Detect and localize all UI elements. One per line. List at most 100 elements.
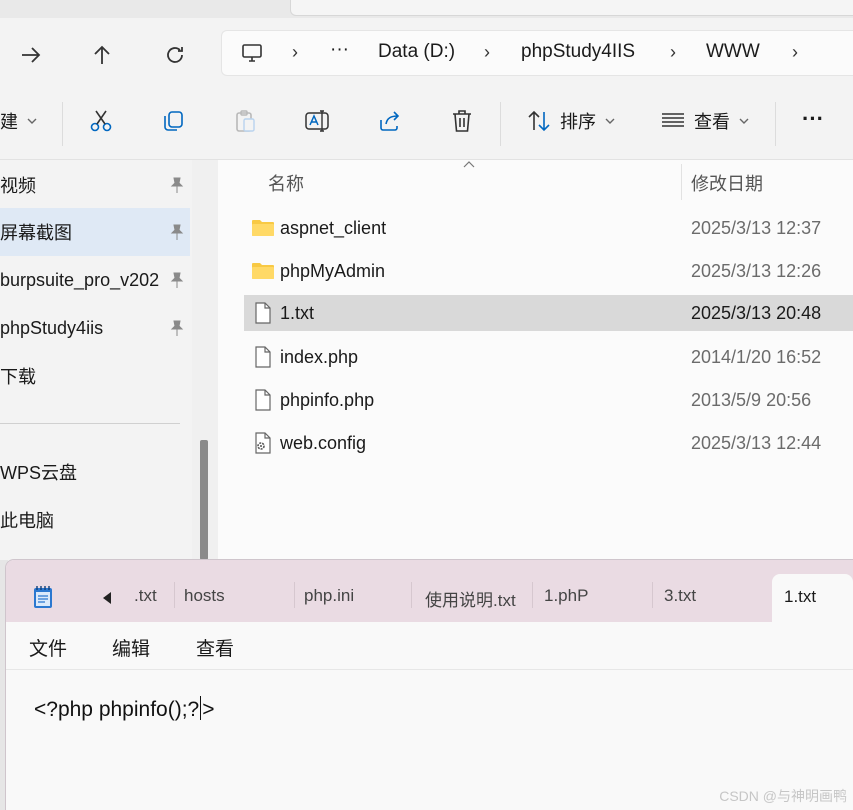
arrow-up-icon (94, 45, 110, 64)
menu-view[interactable]: 查看 (196, 634, 234, 661)
editor-text-after-caret: > (202, 698, 215, 721)
pin-icon (170, 320, 184, 336)
copy-button[interactable] (160, 108, 186, 134)
sidebar-item-burpsuite[interactable]: burpsuite_pro_v202 (0, 256, 190, 304)
rename-icon (305, 110, 329, 132)
view-button[interactable]: 查看 (660, 108, 750, 134)
notepad-icon (34, 586, 52, 608)
tab-divider (652, 582, 653, 608)
active-tab-label: 1.txt (784, 587, 817, 606)
file-row-aspnet-client[interactable]: aspnet_client 2025/3/13 12:37 (244, 210, 853, 246)
navigation-pane: 视频 屏幕截图 burpsuite_pro_v202 phpStudy4iis … (0, 160, 192, 560)
clipboard-icon (236, 110, 255, 132)
sidebar-item-downloads[interactable]: 下载 (0, 352, 190, 400)
sidebar-item-label: 此电脑 (0, 511, 54, 531)
tab-partial-txt[interactable]: .txt (134, 586, 157, 606)
toolbar-divider (775, 102, 776, 146)
sidebar-item-label: phpStudy4iis (0, 317, 104, 338)
view-label: 查看 (694, 112, 730, 132)
file-name: 1.txt (280, 303, 315, 323)
breadcrumb-more[interactable]: ··· (330, 39, 349, 61)
tab-divider (174, 582, 175, 608)
computer-icon (242, 44, 262, 62)
arrow-right-icon (22, 47, 41, 63)
sort-icon (528, 110, 550, 132)
chevron-down-icon (27, 118, 37, 124)
chevron-down-icon (605, 118, 615, 124)
sidebar-scrollbar[interactable] (192, 160, 218, 560)
rename-button[interactable] (304, 108, 332, 134)
breadcrumb-expand[interactable]: › (792, 42, 798, 63)
file-row-1-txt[interactable]: 1.txt 2025/3/13 20:48 (244, 295, 853, 331)
more-options-button[interactable]: ··· (802, 106, 824, 132)
search-box-edge[interactable] (290, 0, 853, 16)
pin-icon (170, 177, 184, 193)
editor-text-before-caret: <?php phpinfo();? (34, 698, 200, 721)
file-name: phpMyAdmin (280, 261, 386, 281)
paste-button[interactable] (232, 108, 258, 134)
tab-readme[interactable]: 使用说明.txt (425, 586, 516, 611)
breadcrumb-drive[interactable]: Data (D:) (378, 41, 455, 63)
trash-icon (453, 110, 471, 132)
file-row-phpinfo-php[interactable]: phpinfo.php 2013/5/9 20:56 (244, 382, 853, 418)
text-editor[interactable]: <?php phpinfo();? > CSDN @与神明画鸭 (6, 670, 853, 810)
sidebar-item-this-pc[interactable]: 此电脑 (0, 496, 190, 544)
sidebar-item-screenshots[interactable]: 屏幕截图 (0, 208, 190, 256)
file-date: 2025/3/13 12:44 (691, 433, 822, 453)
tab-bar: .txt hosts php.ini 使用说明.txt 1.phP 3.txt … (6, 560, 853, 622)
tab-php-ini[interactable]: php.ini (304, 586, 354, 606)
sidebar-divider (0, 423, 180, 424)
tab-3-txt[interactable]: 3.txt (664, 586, 696, 606)
address-row: › ··· Data (D:) › phpStudy4IIS › WWW › (0, 18, 853, 88)
file-name: index.php (280, 347, 359, 367)
up-button[interactable] (87, 40, 117, 70)
scrollbar-thumb[interactable] (200, 440, 208, 560)
tab-divider (411, 582, 412, 608)
list-view-icon (662, 113, 684, 127)
pin-icon (170, 272, 184, 288)
editor-content[interactable]: <?php phpinfo();? > (34, 696, 214, 722)
forward-button[interactable] (16, 40, 46, 70)
sort-ascending-icon (463, 161, 475, 168)
tab-1-txt-active[interactable]: 1.txt (772, 574, 853, 622)
address-bar[interactable]: › ··· Data (D:) › phpStudy4IIS › WWW › (221, 30, 853, 76)
file-name: web.config (280, 433, 367, 453)
sidebar-item-label: 视频 (0, 176, 36, 196)
delete-button[interactable] (449, 108, 475, 134)
new-button[interactable]: 建 (0, 108, 38, 134)
breadcrumb-phpstudy[interactable]: phpStudy4IIS (521, 41, 635, 63)
sort-label: 排序 (560, 112, 596, 132)
scissors-icon (90, 110, 112, 132)
tab-hosts[interactable]: hosts (184, 586, 225, 606)
sidebar-item-label: burpsuite_pro_v202 (0, 269, 160, 290)
sidebar-item-wps-cloud[interactable]: WPS云盘 (0, 448, 190, 496)
tab-scroll-left-icon[interactable] (102, 592, 112, 604)
refresh-icon (167, 47, 183, 63)
new-button-label: 建 (0, 112, 18, 132)
refresh-button[interactable] (160, 40, 190, 70)
share-button[interactable] (377, 108, 403, 134)
command-bar: 建 排序 查看 ··· (0, 88, 853, 160)
file-date: 2014/1/20 16:52 (691, 347, 822, 367)
menu-file[interactable]: 文件 (29, 634, 67, 661)
column-header-date[interactable]: 修改日期 (691, 170, 763, 196)
file-row-index-php[interactable]: index.php 2014/1/20 16:52 (244, 339, 853, 375)
sort-button[interactable]: 排序 (526, 108, 616, 134)
sidebar-item-label: 屏幕截图 (0, 223, 72, 243)
breadcrumb-separator: › (670, 42, 676, 62)
cut-button[interactable] (88, 108, 114, 134)
sidebar-item-phpstudy4iis[interactable]: phpStudy4iis (0, 304, 190, 352)
file-row-phpmyadmin[interactable]: phpMyAdmin 2025/3/13 12:26 (244, 253, 853, 289)
column-header-name[interactable]: 名称 (268, 170, 304, 196)
file-row-web-config[interactable]: web.config 2025/3/13 12:44 (244, 425, 853, 461)
sidebar-item-videos[interactable]: 视频 (0, 161, 190, 209)
file-list: 名称 修改日期 aspnet_client 2025/3/13 12:37 ph… (218, 160, 853, 560)
file-name: phpinfo.php (280, 390, 375, 410)
tab-1-php[interactable]: 1.phP (544, 586, 588, 606)
tab-divider (532, 582, 533, 608)
file-name: aspnet_client (280, 218, 387, 238)
breadcrumb-www[interactable]: WWW (706, 41, 760, 63)
column-divider[interactable] (681, 164, 682, 200)
file-date: 2025/3/13 12:37 (691, 218, 822, 238)
menu-edit[interactable]: 编辑 (112, 634, 150, 661)
